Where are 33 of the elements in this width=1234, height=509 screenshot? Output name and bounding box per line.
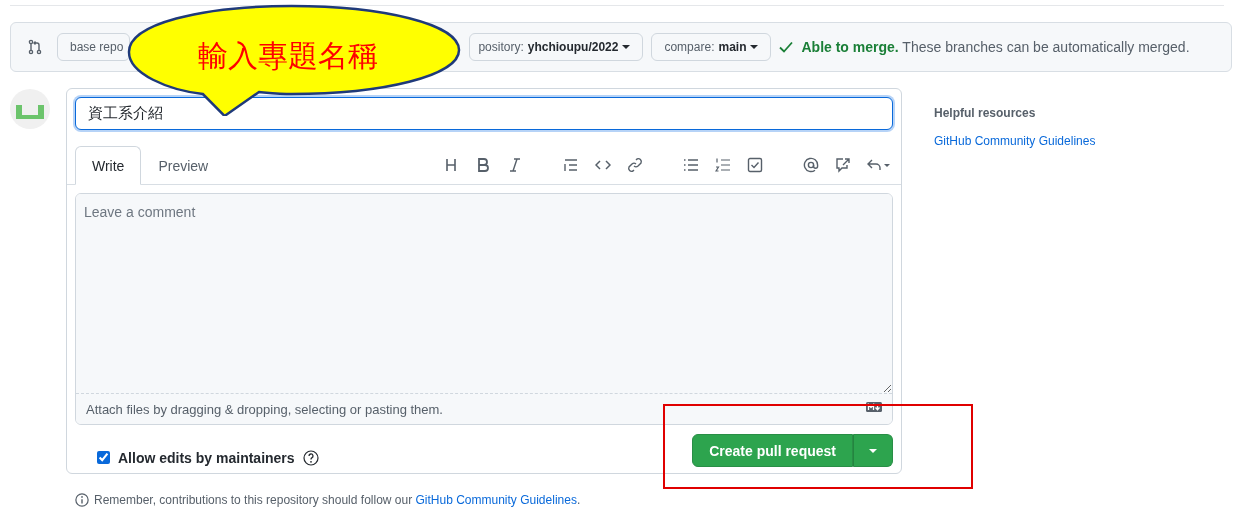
compare-branch-button[interactable]: compare: main <box>651 33 772 61</box>
allow-edits-checkbox[interactable] <box>97 451 110 464</box>
head-repository-button[interactable]: pository: yhchioupu/2022 <box>469 33 644 61</box>
editor-tab[interactable]: Preview <box>141 146 226 185</box>
editor-tab[interactable]: Write <box>75 146 142 185</box>
allow-edits-label: Allow edits by maintainers <box>118 449 295 466</box>
reply-icon[interactable] <box>867 157 891 173</box>
quote-icon[interactable] <box>563 157 579 173</box>
reference-icon[interactable] <box>835 157 851 173</box>
numbered-list-icon[interactable] <box>715 157 731 173</box>
help-icon[interactable] <box>302 449 319 466</box>
footer-note: Remember, contributions to this repository should follow our GitHub Community Guidelines. <box>94 493 581 507</box>
sidebar-heading: Helpful resources <box>934 106 1037 120</box>
bold-icon[interactable] <box>475 157 491 173</box>
info-icon <box>75 493 89 507</box>
avatar <box>10 89 50 129</box>
merge-status: Able to merge. These branches can be automatically merged. <box>801 39 1190 55</box>
heading-icon[interactable] <box>443 157 459 173</box>
checkbox-icon[interactable] <box>747 157 763 173</box>
dropdown-button[interactable] <box>853 434 893 467</box>
pull-request-icon <box>27 39 43 55</box>
attach-hint: Attach files by dragging & dropping, selecting or pasting them. <box>86 402 443 417</box>
mention-icon[interactable] <box>803 157 819 173</box>
title-field[interactable]: 資工系介紹 <box>75 97 893 130</box>
guidelines-link[interactable]: GitHub Community Guidelines <box>415 493 577 507</box>
callout-text: 輸入專題名稱 <box>198 37 378 75</box>
italic-icon[interactable] <box>507 157 523 173</box>
bulleted-list-icon[interactable] <box>683 157 699 173</box>
link-icon[interactable] <box>627 157 643 173</box>
comment-field[interactable]: Leave a comment <box>76 194 892 394</box>
guidelines-link[interactable]: GitHub Community Guidelines <box>934 134 1096 148</box>
markdown-icon <box>866 402 882 412</box>
base-repository-button[interactable]: base repo <box>57 33 131 61</box>
